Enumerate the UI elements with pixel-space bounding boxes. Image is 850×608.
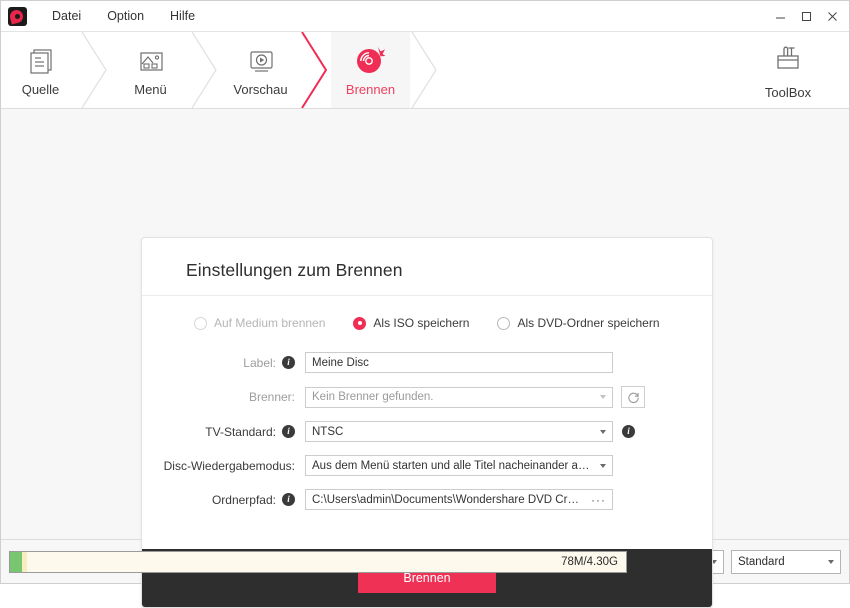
- tv-standard-select[interactable]: NTSC: [305, 421, 613, 442]
- folder-path-value: C:\Users\admin\Documents\Wondershare DVD…: [312, 494, 585, 506]
- radio-dot: [497, 317, 510, 330]
- playback-mode-field-label: Disc-Wiedergabemodus:: [172, 459, 305, 473]
- menu-bar: Datei Option Hilfe: [39, 5, 208, 27]
- chevron-down-icon: [600, 395, 606, 399]
- toolbox-label: ToolBox: [765, 85, 811, 100]
- tab-quelle[interactable]: Quelle: [1, 32, 80, 108]
- refresh-burner-button[interactable]: [621, 386, 645, 408]
- tv-standard-value: NTSC: [312, 426, 594, 438]
- step-chevron-3-active: [300, 32, 331, 108]
- output-mode-radio-group: Auf Medium brennen Als ISO speichern Als…: [172, 316, 682, 330]
- minimize-icon[interactable]: [767, 4, 793, 28]
- title-bar: Datei Option Hilfe: [1, 1, 849, 32]
- close-icon[interactable]: [819, 4, 845, 28]
- tab-vorschau[interactable]: Vorschau: [221, 32, 300, 108]
- radio-dot-selected: [353, 317, 366, 330]
- disc-label-input[interactable]: Meine Disc: [305, 352, 613, 373]
- application-window: Datei Option Hilfe: [0, 0, 850, 584]
- form-row-burner: Brenner: Kein Brenner gefunden.: [172, 386, 682, 408]
- tab-brennen[interactable]: Brennen: [331, 32, 410, 108]
- playback-mode-label-text: Disc-Wiedergabemodus:: [164, 459, 295, 473]
- folder-path-field-label: Ordnerpfad: i: [172, 493, 305, 507]
- window-controls: [767, 1, 845, 31]
- form-row-folder-path: Ordnerpfad: i C:\Users\admin\Documents\W…: [172, 489, 682, 510]
- refresh-icon: [627, 391, 640, 404]
- monitor-play-icon: [246, 44, 276, 76]
- menu-item-datei[interactable]: Datei: [39, 5, 94, 27]
- browse-folder-button[interactable]: ···: [591, 494, 606, 506]
- content-area: Einstellungen zum Brennen Auf Medium bre…: [1, 109, 849, 539]
- radio-als-iso-speichern[interactable]: Als ISO speichern: [353, 316, 469, 330]
- radio-auf-medium-brennen[interactable]: Auf Medium brennen: [194, 316, 325, 330]
- radio-dot: [194, 317, 207, 330]
- step-chevron-4: [410, 32, 441, 108]
- capacity-text: 78M/4.30G: [561, 556, 618, 568]
- tab-menu-label: Menü: [134, 82, 167, 97]
- burn-disc-icon: [354, 44, 388, 76]
- capacity-used-segment: [10, 552, 22, 572]
- burner-value: Kein Brenner gefunden.: [312, 391, 594, 403]
- form-row-playback-mode: Disc-Wiedergabemodus: Aus dem Menü start…: [172, 455, 682, 476]
- info-icon[interactable]: i: [282, 356, 295, 369]
- info-icon[interactable]: i: [282, 425, 295, 438]
- card-body: Auf Medium brennen Als ISO speichern Als…: [142, 296, 712, 549]
- quality-select[interactable]: Standard: [731, 550, 841, 574]
- step-chevron-2: [190, 32, 221, 108]
- chevron-down-icon: [600, 430, 606, 434]
- tab-brennen-label: Brennen: [346, 82, 395, 97]
- disc-capacity-bar: 78M/4.30G: [9, 551, 627, 573]
- burner-field-label-text: Brenner:: [249, 390, 295, 404]
- quality-value: Standard: [738, 556, 822, 568]
- tv-standard-label-text: TV-Standard:: [205, 425, 276, 439]
- playback-mode-select[interactable]: Aus dem Menü starten und alle Titel nach…: [305, 455, 613, 476]
- page-title: Einstellungen zum Brennen: [186, 260, 712, 281]
- step-chevron-1: [80, 32, 111, 108]
- card-header: Einstellungen zum Brennen: [142, 238, 712, 296]
- tab-menu[interactable]: Menü: [111, 32, 190, 108]
- label-field-label: Label: i: [172, 356, 305, 370]
- step-tab-bar: Quelle Menü: [1, 32, 849, 109]
- chevron-down-icon: [828, 560, 834, 564]
- app-logo-icon: [8, 7, 27, 26]
- image-menu-icon: [136, 44, 166, 76]
- step-list: Quelle Menü: [1, 32, 441, 108]
- disc-label-value: Meine Disc: [312, 357, 606, 369]
- radio-label: Auf Medium brennen: [214, 316, 325, 330]
- tab-vorschau-label: Vorschau: [233, 82, 287, 97]
- form-row-tv-standard: TV-Standard: i NTSC i: [172, 421, 682, 442]
- chevron-down-icon: [600, 464, 606, 468]
- toolbox-button[interactable]: ToolBox: [745, 32, 831, 108]
- burner-field-label: Brenner:: [172, 390, 305, 404]
- documents-icon: [26, 44, 56, 76]
- folder-path-input[interactable]: C:\Users\admin\Documents\Wondershare DVD…: [305, 489, 613, 510]
- radio-label: Als ISO speichern: [373, 316, 469, 330]
- toolbox-icon: [771, 41, 805, 78]
- folder-path-label-text: Ordnerpfad:: [212, 493, 276, 507]
- menu-item-hilfe[interactable]: Hilfe: [157, 5, 208, 27]
- form-row-label: Label: i Meine Disc: [172, 352, 682, 373]
- tv-standard-field-label: TV-Standard: i: [172, 425, 305, 439]
- tab-quelle-label: Quelle: [22, 82, 60, 97]
- label-field-label-text: Label:: [243, 356, 276, 370]
- info-icon-tv-standard-trailing[interactable]: i: [622, 425, 635, 438]
- burner-select[interactable]: Kein Brenner gefunden.: [305, 387, 613, 408]
- capacity-free-segment: 78M/4.30G: [27, 552, 626, 572]
- info-icon[interactable]: i: [282, 493, 295, 506]
- playback-mode-value: Aus dem Menü starten und alle Titel nach…: [312, 460, 594, 472]
- radio-als-dvd-ordner-speichern[interactable]: Als DVD-Ordner speichern: [497, 316, 659, 330]
- menu-item-option[interactable]: Option: [94, 5, 157, 27]
- radio-label: Als DVD-Ordner speichern: [517, 316, 659, 330]
- maximize-icon[interactable]: [793, 4, 819, 28]
